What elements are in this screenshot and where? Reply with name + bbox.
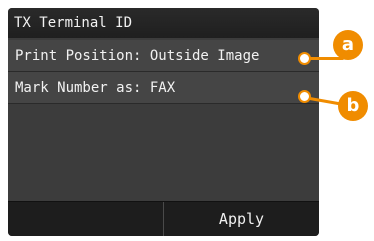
- list-item-print-position[interactable]: Print Position: Outside Image: [8, 40, 319, 72]
- callout-b-dot: [298, 90, 311, 103]
- callout-b-badge: b: [338, 91, 368, 121]
- screen-title: TX Terminal ID: [8, 8, 319, 38]
- callout-a-badge: a: [333, 30, 363, 60]
- device-screen: TX Terminal ID Print Position: Outside I…: [8, 8, 319, 236]
- callout-a-dot: [298, 52, 311, 65]
- footer-bar: Apply: [8, 201, 319, 236]
- list-item-mark-number[interactable]: Mark Number as: FAX: [8, 72, 319, 104]
- left-soft-key[interactable]: [8, 202, 164, 236]
- apply-button[interactable]: Apply: [164, 202, 319, 236]
- settings-list: Print Position: Outside Image Mark Numbe…: [8, 40, 319, 104]
- empty-list-area: [8, 104, 319, 208]
